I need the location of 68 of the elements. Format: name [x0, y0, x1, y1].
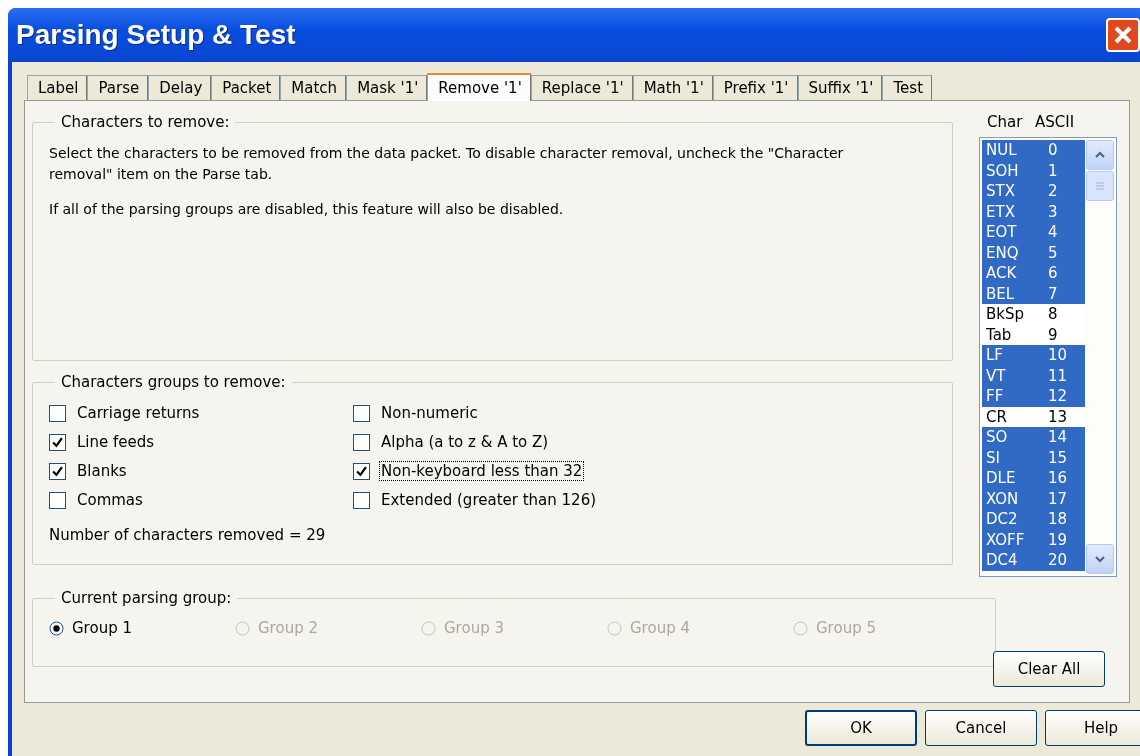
close-icon[interactable]: [1106, 18, 1140, 52]
checkbox-label[interactable]: Carriage returns: [75, 403, 202, 423]
scroll-up-icon[interactable]: [1086, 140, 1114, 170]
tab[interactable]: Mask '1': [346, 75, 428, 100]
window-title: Parsing Setup & Test: [16, 19, 296, 51]
scroll-down-icon[interactable]: [1086, 544, 1114, 574]
list-row[interactable]: CR 13: [982, 406, 1085, 427]
list-row[interactable]: FF 12: [982, 386, 1085, 407]
count-text: Number of characters removed = 29: [49, 526, 327, 544]
list-row[interactable]: STX 2: [982, 181, 1085, 202]
list-row[interactable]: SI 15: [982, 447, 1085, 468]
tab[interactable]: Replace '1': [530, 75, 633, 100]
list-row[interactable]: BkSp 8: [982, 304, 1085, 325]
list-row[interactable]: XON 17: [982, 488, 1085, 509]
column-header: Char: [987, 113, 1024, 133]
dialog-button[interactable]: OK: [805, 710, 917, 746]
tab[interactable]: Delay: [148, 75, 212, 100]
tab[interactable]: Test: [882, 75, 932, 100]
list-row[interactable]: Tab 9: [982, 324, 1085, 345]
checkbox-label[interactable]: Commas: [75, 490, 145, 510]
checkbox[interactable]: [353, 491, 370, 509]
checkbox-label[interactable]: Non-keyboard less than 32: [379, 461, 585, 481]
list-row[interactable]: ACK 6: [982, 263, 1085, 284]
group-title: Characters to remove:: [60, 113, 231, 131]
dialog-button[interactable]: Help: [1045, 710, 1140, 746]
checkbox[interactable]: [49, 433, 66, 451]
radio-label[interactable]: Group 1: [72, 619, 132, 637]
description-text: Select the characters to be removed from the data packet. To disable character removal, uncheck the "Character removal" item on the Parse tab.: [49, 144, 845, 184]
list-row[interactable]: BEL 7: [982, 283, 1085, 304]
tab[interactable]: Suffix '1': [797, 75, 883, 100]
list-row[interactable]: LF 10: [982, 345, 1085, 366]
list-row[interactable]: VT 11: [982, 365, 1085, 386]
tab[interactable]: Match: [280, 75, 347, 100]
list-row[interactable]: DC2 18: [982, 509, 1085, 530]
list-row[interactable]: DLE 16: [982, 468, 1085, 489]
list-row[interactable]: EOT 4: [982, 222, 1085, 243]
column-header: ASCII: [1035, 113, 1075, 133]
checkbox-label[interactable]: Non-numeric: [379, 403, 480, 423]
list-row[interactable]: DC4 20: [982, 550, 1085, 571]
tab[interactable]: Packet: [211, 75, 281, 100]
tab[interactable]: Parse: [87, 75, 149, 100]
checkbox[interactable]: [353, 404, 370, 422]
clear-all-button[interactable]: Clear All: [993, 651, 1105, 687]
checkbox[interactable]: [353, 462, 370, 480]
list-row[interactable]: XOFF 19: [982, 529, 1085, 550]
list-row[interactable]: NUL 0: [982, 140, 1085, 161]
description-text: If all of the parsing groups are disabled, this feature will also be disabled.: [49, 200, 565, 219]
checkbox-label[interactable]: Alpha (a to z & A to Z): [379, 432, 551, 452]
group-title: Characters groups to remove:: [60, 373, 287, 391]
checkbox[interactable]: [49, 404, 66, 422]
list-row[interactable]: SO 14: [982, 427, 1085, 448]
list-row[interactable]: ETX 3: [982, 201, 1085, 222]
tab[interactable]: Label: [27, 75, 88, 100]
list-row[interactable]: SOH 1: [982, 160, 1085, 181]
dialog-button[interactable]: Cancel: [925, 710, 1037, 746]
checkbox[interactable]: [353, 433, 370, 451]
checkbox-label[interactable]: Extended (greater than 126): [379, 490, 599, 510]
tab[interactable]: Remove '1': [427, 73, 531, 101]
tab[interactable]: Prefix '1': [712, 75, 798, 100]
checkbox-label[interactable]: Line feeds: [75, 432, 157, 452]
group-title: Current parsing group:: [60, 589, 233, 607]
radio-button[interactable]: [49, 620, 64, 636]
scroll-thumb[interactable]: [1086, 171, 1114, 201]
list-row[interactable]: ENQ 5: [982, 242, 1085, 263]
checkbox[interactable]: [49, 491, 66, 509]
checkbox-label[interactable]: Blanks: [75, 461, 129, 481]
tab[interactable]: Math '1': [632, 75, 713, 100]
checkbox[interactable]: [49, 462, 66, 480]
